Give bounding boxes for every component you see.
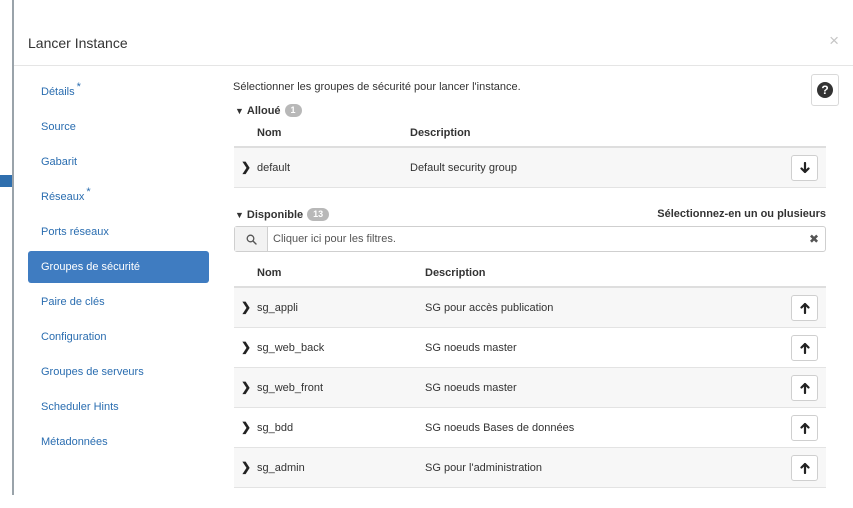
sidebar-item-label: Paire de clés xyxy=(41,296,105,308)
search-icon xyxy=(235,227,268,251)
deallocate-button[interactable] xyxy=(791,155,818,181)
sidebar-item-label: Gabarit xyxy=(41,156,78,168)
allocate-button[interactable] xyxy=(791,455,818,481)
row-description: SG noeuds Bases de données xyxy=(425,422,575,434)
sidebar-item-scheduler-hints[interactable]: Scheduler Hints xyxy=(28,391,209,423)
sidebar-item-configuration[interactable]: Configuration xyxy=(28,321,209,353)
sidebar-item-key-pair[interactable]: Paire de clés xyxy=(28,286,209,318)
allocated-label: Alloué xyxy=(246,104,281,117)
selection-hint: Sélectionnez-en un ou plusieurs xyxy=(657,208,826,220)
sidebar-item-label: Groupes de serveurs xyxy=(41,366,144,378)
column-header-name: Nom xyxy=(257,127,282,139)
background-page-edge xyxy=(0,0,14,495)
sidebar-item-label: Source xyxy=(41,121,76,133)
sidebar-item-label: Ports réseaux xyxy=(41,226,109,238)
table-row: ❯ default Default security group xyxy=(234,148,826,188)
row-description: SG pour accès publication xyxy=(425,302,554,314)
allocated-toggle[interactable]: ▼ Alloué 1 xyxy=(235,104,302,117)
table-row: ❯ sg_admin SG pour l'administration xyxy=(234,448,826,488)
required-marker: * xyxy=(86,186,91,198)
sidebar-item-details[interactable]: Détails * xyxy=(28,76,209,108)
allocate-button[interactable] xyxy=(791,375,818,401)
sidebar-item-label: Configuration xyxy=(41,331,107,343)
sidebar-item-metadata[interactable]: Métadonnées xyxy=(28,426,209,458)
table-row: ❯ sg_bdd SG noeuds Bases de données xyxy=(234,408,826,448)
table-row: ❯ sg_web_back SG noeuds master xyxy=(234,328,826,368)
row-description: SG noeuds master xyxy=(425,342,517,354)
allocate-button[interactable] xyxy=(791,295,818,321)
sidebar-item-label: Scheduler Hints xyxy=(41,401,119,413)
arrow-up-icon xyxy=(799,462,810,474)
arrow-up-icon xyxy=(799,302,810,314)
filter-input[interactable] xyxy=(273,227,793,251)
sidebar-item-label: Métadonnées xyxy=(41,436,108,448)
modal-header: Lancer Instance × xyxy=(14,18,853,66)
filter-search-box: ✖ xyxy=(234,226,826,252)
sidebar-item-networks[interactable]: Réseaux * xyxy=(28,181,209,213)
row-description: SG pour l'administration xyxy=(425,462,543,474)
chevron-right-icon[interactable]: ❯ xyxy=(241,380,251,394)
page-bottom-margin xyxy=(0,495,853,508)
row-description: Default security group xyxy=(410,162,517,174)
row-name: sg_admin xyxy=(257,462,305,474)
modal-title: Lancer Instance xyxy=(28,35,128,51)
table-row: ❯ sg_appli SG pour accès publication xyxy=(234,288,826,328)
intro-text: Sélectionner les groupes de sécurité pou… xyxy=(233,81,521,93)
chevron-right-icon[interactable]: ❯ xyxy=(241,340,251,354)
table-header: Nom Description xyxy=(234,258,826,288)
sidebar-item-source[interactable]: Source xyxy=(28,111,209,143)
required-marker: * xyxy=(76,81,81,93)
close-icon[interactable]: × xyxy=(829,31,839,51)
row-name: sg_bdd xyxy=(257,422,294,434)
sidebar-item-flavor[interactable]: Gabarit xyxy=(28,146,209,178)
background-accent xyxy=(0,175,12,187)
sidebar-item-label: Groupes de sécurité xyxy=(41,261,141,273)
row-name: sg_appli xyxy=(257,302,298,314)
sidebar-item-security-groups[interactable]: Groupes de sécurité xyxy=(28,251,209,283)
available-table: Nom Description ❯ sg_appli SG pour accès… xyxy=(234,258,826,488)
sidebar-item-label: Réseaux xyxy=(41,191,85,203)
available-toggle[interactable]: ▼ Disponible 13 xyxy=(235,208,330,221)
allocate-button[interactable] xyxy=(791,415,818,441)
chevron-right-icon[interactable]: ❯ xyxy=(241,160,251,174)
allocated-table: Nom Description ❯ default Default securi… xyxy=(234,118,826,188)
chevron-right-icon[interactable]: ❯ xyxy=(241,300,251,314)
row-name: sg_web_front xyxy=(257,382,324,394)
launch-instance-modal: Lancer Instance × Détails * Source Gabari… xyxy=(14,18,853,495)
column-header-description: Description xyxy=(410,127,471,139)
sidebar-item-label: Détails xyxy=(41,86,75,98)
arrow-up-icon xyxy=(799,342,810,354)
allocate-button[interactable] xyxy=(791,335,818,361)
chevron-down-icon: ▼ xyxy=(235,105,244,116)
sidebar-item-network-ports[interactable]: Ports réseaux xyxy=(28,216,209,248)
chevron-right-icon[interactable]: ❯ xyxy=(241,420,251,434)
available-label: Disponible xyxy=(246,208,304,221)
table-row: ❯ sg_web_front SG noeuds master xyxy=(234,368,826,408)
row-name: default xyxy=(257,162,291,174)
available-count-badge: 13 xyxy=(307,208,330,221)
sidebar-item-server-groups[interactable]: Groupes de serveurs xyxy=(28,356,209,388)
clear-filter-icon[interactable]: ✖ xyxy=(809,232,819,246)
chevron-down-icon: ▼ xyxy=(235,209,244,220)
column-header-name: Nom xyxy=(257,267,282,279)
table-header: Nom Description xyxy=(234,118,826,148)
arrow-down-icon xyxy=(799,162,810,174)
column-header-description: Description xyxy=(425,267,486,279)
row-description: SG noeuds master xyxy=(425,382,517,394)
question-icon: ? xyxy=(817,82,833,98)
row-name: sg_web_back xyxy=(257,342,325,354)
help-button[interactable]: ? xyxy=(811,74,839,106)
arrow-up-icon xyxy=(799,422,810,434)
allocated-count-badge: 1 xyxy=(284,104,302,117)
chevron-right-icon[interactable]: ❯ xyxy=(241,460,251,474)
arrow-up-icon xyxy=(799,382,810,394)
